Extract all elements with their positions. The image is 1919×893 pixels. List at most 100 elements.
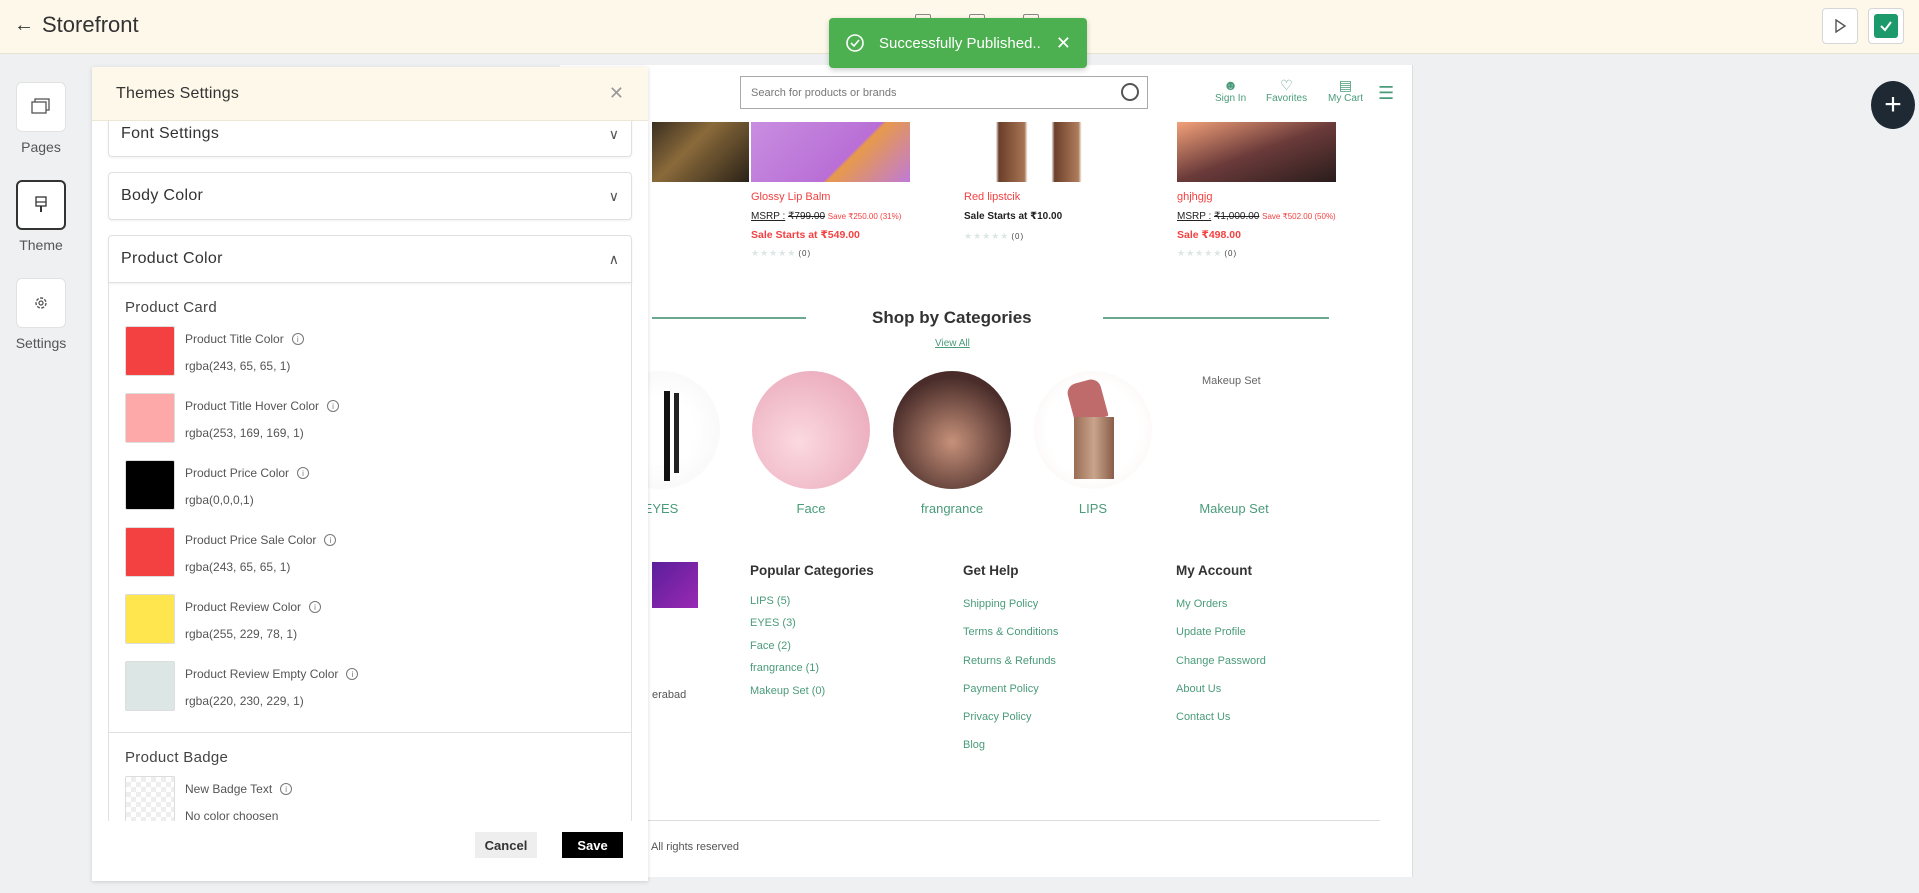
color-name: Product Review Empty Color	[185, 667, 339, 681]
preview-search-input[interactable]: Search for products or brands	[740, 76, 1148, 109]
footer-link[interactable]: Shipping Policy	[963, 598, 1038, 610]
category-label[interactable]: frangrance	[893, 501, 1011, 516]
footer-link[interactable]: Update Profile	[1176, 626, 1246, 638]
product-image[interactable]	[652, 122, 749, 182]
footer-link[interactable]: frangrance (1)	[750, 662, 819, 674]
color-swatch[interactable]	[125, 460, 175, 510]
footer-address: erabad	[652, 689, 687, 701]
footer-link[interactable]: Contact Us	[1176, 711, 1230, 723]
color-setting-row: Product Review Empty Color i rgba(220, 230…	[109, 661, 631, 728]
color-swatch[interactable]	[125, 393, 175, 443]
sign-in-link[interactable]: ☻ Sign In	[1215, 77, 1246, 104]
settings-button[interactable]	[16, 278, 66, 328]
check-circle-icon	[846, 34, 864, 52]
pages-icon	[31, 98, 50, 114]
product-title[interactable]: Red lipstcik	[964, 191, 1020, 203]
lipstick-shape	[1074, 417, 1114, 479]
color-swatch[interactable]	[125, 527, 175, 577]
footer-link[interactable]: Change Password	[1176, 655, 1266, 667]
sale-price: ₹498.00	[1201, 229, 1241, 241]
view-all-link[interactable]: View All	[935, 338, 970, 349]
section-divider	[652, 317, 806, 319]
info-icon[interactable]: i	[291, 333, 304, 345]
app-title: Storefront	[42, 12, 139, 37]
footer-link[interactable]: Returns & Refunds	[963, 655, 1056, 667]
color-setting-row: Product Title Color i rgba(243, 65, 65, 1)	[109, 326, 631, 393]
plus-icon: +	[1884, 88, 1902, 121]
categories-heading: Shop by Categories	[872, 308, 1032, 327]
heart-icon: ♡	[1280, 77, 1293, 93]
footer-link[interactable]: About Us	[1176, 683, 1221, 695]
category-label[interactable]: Makeup Set	[1175, 501, 1293, 516]
panel-footer: Cancel Save	[92, 819, 648, 881]
favorites-link[interactable]: ♡ Favorites	[1266, 77, 1307, 104]
footer-link[interactable]: EYES (3)	[750, 617, 796, 629]
accordion-product-color[interactable]: Product Color ∧	[108, 235, 632, 283]
cart-link[interactable]: ▤ My Cart	[1328, 77, 1363, 104]
theme-button[interactable]	[16, 180, 66, 230]
section-divider	[1103, 317, 1329, 319]
close-icon[interactable]: ✕	[1056, 33, 1071, 54]
footer-link[interactable]: Blog	[963, 739, 985, 751]
info-icon[interactable]: i	[324, 534, 337, 546]
color-name: Product Review Color	[185, 600, 302, 614]
color-value: rgba(220, 230, 229, 1)	[185, 694, 304, 708]
info-icon[interactable]: i	[309, 601, 322, 613]
product-image[interactable]	[1177, 122, 1336, 182]
color-value: rgba(243, 65, 65, 1)	[185, 560, 291, 574]
info-icon[interactable]: i	[297, 467, 310, 479]
category-label[interactable]: LIPS	[1034, 501, 1152, 516]
accordion-font-settings[interactable]: Font Settings ∨	[108, 121, 632, 157]
footer-link[interactable]: Makeup Set (0)	[750, 685, 825, 697]
info-icon[interactable]: i	[346, 668, 359, 680]
footer-link[interactable]: Terms & Conditions	[963, 626, 1058, 638]
chevron-down-icon: ∨	[608, 125, 619, 142]
preview-button[interactable]	[1822, 8, 1858, 44]
product-msrp: MSRP : ₹1,000.00 Save ₹502.00 (50%)	[1177, 211, 1336, 222]
color-swatch[interactable]	[125, 594, 175, 644]
product-title[interactable]: Glossy Lip Balm	[751, 191, 830, 203]
search-icon[interactable]	[1121, 83, 1139, 101]
footer-link[interactable]: LIPS (5)	[750, 595, 790, 607]
product-image[interactable]	[751, 122, 910, 182]
color-value: rgba(255, 229, 78, 1)	[185, 627, 298, 641]
back-arrow-icon[interactable]: ←	[14, 14, 34, 37]
hamburger-menu-icon[interactable]: ☰	[1378, 83, 1394, 104]
footer-link[interactable]: My Orders	[1176, 598, 1227, 610]
footer-link[interactable]: Payment Policy	[963, 683, 1039, 695]
color-swatch[interactable]	[125, 661, 175, 711]
rating-stars: ★★★★★ (0)	[751, 248, 812, 258]
footer-link[interactable]: Face (2)	[750, 640, 791, 652]
panel-title: Themes Settings	[116, 84, 240, 102]
pages-button[interactable]	[16, 82, 66, 132]
rating-stars: ★★★★★ (0)	[1177, 248, 1238, 258]
add-section-button[interactable]: +	[1871, 81, 1915, 129]
save-button[interactable]: Save	[562, 832, 623, 858]
checkmark-icon	[1874, 14, 1898, 38]
play-icon	[1835, 19, 1847, 33]
rating-stars: ★★★★★ (0)	[964, 231, 1025, 241]
category-image[interactable]	[893, 371, 1011, 489]
info-icon[interactable]: i	[327, 400, 340, 412]
save-value: Save ₹250.00 (31%)	[827, 212, 902, 221]
chevron-up-icon: ∧	[608, 250, 619, 267]
toast-message: Successfully Published..	[879, 34, 1041, 52]
close-icon[interactable]: ✕	[609, 83, 624, 104]
accordion-body-color[interactable]: Body Color ∨	[108, 172, 632, 220]
cancel-button[interactable]: Cancel	[475, 832, 537, 858]
category-image[interactable]	[1034, 371, 1152, 489]
color-name: Product Title Color	[185, 332, 284, 346]
price-value: ₹10.00	[1030, 211, 1063, 222]
product-title[interactable]: ghjhgjg	[1177, 191, 1212, 203]
accordion-label: Body Color	[121, 187, 204, 204]
chevron-down-icon: ∨	[608, 187, 619, 204]
color-swatch[interactable]	[125, 326, 175, 376]
color-swatch[interactable]	[125, 776, 175, 821]
footer-link[interactable]: Privacy Policy	[963, 711, 1031, 723]
category-label[interactable]: Face	[752, 501, 870, 516]
publish-button[interactable]	[1868, 8, 1904, 44]
info-icon[interactable]: i	[280, 783, 293, 795]
product-image[interactable]	[964, 122, 1123, 182]
category-image[interactable]	[752, 371, 870, 489]
search-placeholder: Search for products or brands	[751, 87, 897, 99]
